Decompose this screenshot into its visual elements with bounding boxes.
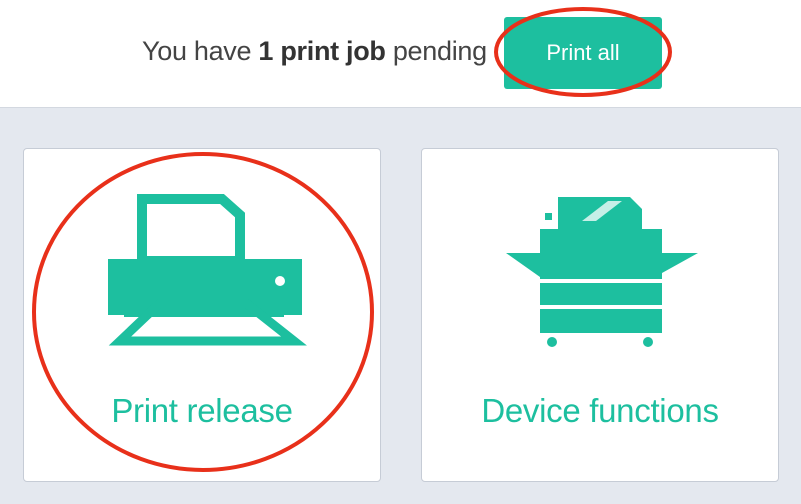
print-all-button[interactable]: Print all	[504, 17, 662, 89]
pending-jobs-message: You have 1 print job pending	[142, 36, 487, 67]
print-release-label: Print release	[111, 392, 293, 429]
printer-icon	[108, 194, 307, 346]
top-bar: You have 1 print job pending Print all	[0, 0, 801, 108]
pending-suffix: pending	[385, 36, 487, 66]
device-functions-tile[interactable]: Device functions	[421, 148, 779, 482]
copier-icon	[506, 197, 698, 347]
pending-prefix: You have	[142, 36, 259, 66]
print-release-tile[interactable]: Print release	[23, 148, 381, 482]
pending-count: 1 print job	[258, 36, 386, 66]
device-functions-label: Device functions	[481, 392, 719, 429]
